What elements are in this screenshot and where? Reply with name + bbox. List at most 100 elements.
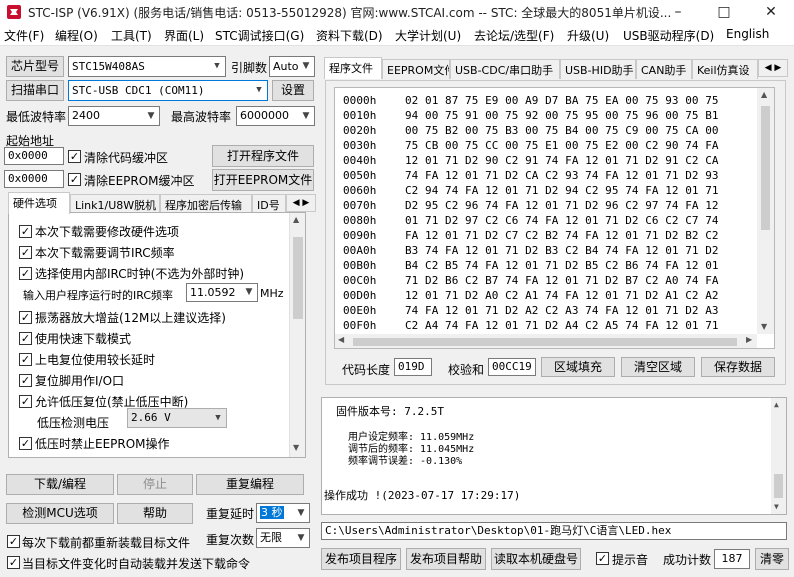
hex-file-path-field[interactable]: C:\Users\Administrator\Desktop\01-跑马灯\C语…: [321, 522, 787, 540]
hex-vertical-scrollbar[interactable]: ▲ ▼: [757, 88, 774, 334]
menu-interface[interactable]: 界面(L): [164, 27, 204, 44]
menu-debug-interface[interactable]: STC调试接口(G): [215, 27, 304, 44]
status-log[interactable]: 固件版本号: 7.2.5T 用户设定频率: 11.059MHz 调节后的频率: …: [321, 397, 787, 515]
scroll-up-icon[interactable]: ▲: [293, 215, 299, 224]
scroll-thumb[interactable]: [353, 338, 737, 346]
tab-usb-cdc-assistant[interactable]: USB-CDC/串口助手: [450, 59, 560, 79]
tab-keil-simulation[interactable]: Keil仿真设: [692, 59, 758, 79]
scroll-up-icon[interactable]: ▲: [761, 90, 767, 99]
option-adjust-irc[interactable]: ✓ 本次下载需要调节IRC频率: [19, 244, 175, 261]
option-checkbox[interactable]: ✓: [19, 353, 32, 366]
option-checkbox[interactable]: ✓: [19, 395, 32, 408]
clear-eeprom-checkbox[interactable]: ✓: [68, 173, 81, 186]
menu-upgrade[interactable]: 升级(U): [567, 27, 609, 44]
repeat-count-select[interactable]: 无限 ▼: [256, 528, 310, 548]
beep-checkbox[interactable]: ✓: [596, 552, 609, 565]
scroll-down-icon[interactable]: ▼: [293, 443, 299, 452]
auto-send-checkbox[interactable]: ✓: [7, 556, 20, 569]
tab-link1-offline[interactable]: Link1/U8W脱机: [70, 194, 160, 214]
menu-program[interactable]: 编程(O): [55, 27, 98, 44]
option-checkbox[interactable]: ✓: [19, 246, 32, 259]
tab-program-file[interactable]: 程序文件: [324, 57, 382, 79]
hex-address: 0030h: [343, 139, 377, 152]
clear-code-label: 清除代码缓冲区: [84, 151, 169, 165]
irc-frequency-select[interactable]: 11.0592 ▼: [186, 283, 258, 302]
irc-frequency-label: 输入用户程序运行时的IRC频率: [23, 289, 174, 302]
stop-button[interactable]: 停止: [117, 474, 193, 495]
option-long-reset-delay[interactable]: ✓ 上电复位使用较长延时: [19, 351, 155, 368]
menu-usb-driver[interactable]: USB驱动程序(D): [623, 27, 714, 44]
menu-downloads[interactable]: 资料下载(D): [316, 27, 383, 44]
scroll-right-icon[interactable]: ▶: [746, 335, 752, 344]
detect-mcu-button[interactable]: 检测MCU选项: [6, 503, 114, 524]
scan-port-button[interactable]: 扫描串口: [6, 80, 64, 101]
option-checkbox[interactable]: ✓: [19, 374, 32, 387]
scroll-down-icon[interactable]: ▼: [774, 502, 779, 511]
help-button[interactable]: 帮助: [117, 503, 193, 524]
menu-university[interactable]: 大学计划(U): [395, 27, 461, 44]
chip-model-select[interactable]: STC15W408AS ▼: [68, 56, 226, 77]
minimize-button[interactable]: –: [655, 0, 701, 24]
option-disable-eeprom-low-voltage[interactable]: ✓ 低压时禁止EEPROM操作: [19, 435, 170, 452]
tab-id-number[interactable]: ID号: [252, 194, 286, 214]
close-button[interactable]: ✕: [748, 0, 794, 24]
menu-forum[interactable]: 去论坛/选型(F): [474, 27, 554, 44]
tab-eeprom-file[interactable]: EEPROM文件: [382, 59, 450, 79]
scroll-thumb[interactable]: [761, 106, 770, 230]
menu-english[interactable]: English: [726, 27, 769, 41]
option-checkbox[interactable]: ✓: [19, 437, 32, 450]
clear-count-button[interactable]: 清零: [755, 548, 789, 570]
option-internal-irc[interactable]: ✓ 选择使用内部IRC时钟(不选为外部时钟): [19, 265, 244, 282]
download-program-button[interactable]: 下载/编程: [6, 474, 114, 495]
option-oscillator-gain[interactable]: ✓ 振荡器放大增益(12M以上建议选择): [19, 309, 226, 326]
clear-area-button[interactable]: 清空区域: [621, 357, 695, 377]
tab-hardware-options[interactable]: 硬件选项: [8, 192, 70, 214]
option-reset-pin-io[interactable]: ✓ 复位脚用作I/O口: [19, 372, 124, 389]
settings-button[interactable]: 设置: [272, 80, 314, 101]
option-fast-download[interactable]: ✓ 使用快速下载模式: [19, 330, 131, 347]
read-disk-id-button[interactable]: 读取本机硬盘号: [491, 548, 581, 570]
reload-before-download-checkbox[interactable]: ✓: [7, 535, 20, 548]
low-voltage-select[interactable]: 2.66 V ▼: [127, 408, 227, 428]
scroll-left-icon[interactable]: ◀: [338, 335, 344, 344]
publish-project-help-button[interactable]: 发布项目帮助: [406, 548, 486, 570]
hex-bytes: 94 00 75 91 00 75 92 00 75 95 00 75 96 0…: [405, 109, 719, 122]
scroll-thumb[interactable]: [293, 237, 303, 319]
menu-file[interactable]: 文件(F): [4, 27, 44, 44]
tab-can-assistant[interactable]: CAN助手: [636, 59, 692, 79]
port-select[interactable]: STC-USB CDC1 (COM11) ▼: [68, 80, 268, 101]
maximize-button[interactable]: □: [701, 0, 747, 24]
hex-bytes: 12 01 71 D2 90 C2 91 74 FA 12 01 71 D2 9…: [405, 154, 719, 167]
open-eeprom-file-button[interactable]: 打开EEPROM文件: [212, 169, 314, 191]
tab-usb-hid-assistant[interactable]: USB-HID助手: [560, 59, 636, 79]
option-checkbox[interactable]: ✓: [19, 311, 32, 324]
menu-tools[interactable]: 工具(T): [111, 27, 152, 44]
repeat-delay-select[interactable]: 3 秒 ▼: [256, 503, 310, 523]
scroll-down-icon[interactable]: ▼: [761, 322, 767, 331]
option-modify-hardware[interactable]: ✓ 本次下载需要修改硬件选项: [19, 223, 179, 240]
option-checkbox[interactable]: ✓: [19, 225, 32, 238]
hex-viewer[interactable]: 0000h 02 01 87 75 E9 00 A9 D7 BA 75 EA 00…: [334, 87, 775, 349]
repeat-program-button[interactable]: 重复编程: [196, 474, 304, 495]
option-checkbox[interactable]: ✓: [19, 332, 32, 345]
tab-encrypted-transfer[interactable]: 程序加密后传输: [160, 194, 252, 214]
clear-code-checkbox[interactable]: ✓: [68, 150, 81, 163]
scroll-thumb[interactable]: [774, 474, 783, 498]
save-data-button[interactable]: 保存数据: [701, 357, 775, 377]
hex-horizontal-scrollbar[interactable]: ◀ ▶: [335, 334, 757, 348]
tab-scroll-arrows[interactable]: ◀ ▶: [758, 59, 788, 77]
publish-project-program-button[interactable]: 发布项目程序: [321, 548, 401, 570]
scroll-up-icon[interactable]: ▲: [774, 400, 779, 409]
min-baud-select[interactable]: 2400 ▼: [68, 106, 160, 126]
chip-model-button[interactable]: 芯片型号: [6, 56, 64, 77]
eeprom-start-address-field[interactable]: 0x0000: [4, 170, 64, 188]
pins-select[interactable]: Auto ▼: [269, 56, 315, 77]
max-baud-select[interactable]: 6000000 ▼: [236, 106, 315, 126]
option-checkbox[interactable]: ✓: [19, 267, 32, 280]
options-scrollbar[interactable]: ▲ ▼: [289, 213, 305, 457]
code-start-address-field[interactable]: 0x0000: [4, 147, 64, 165]
open-program-file-button[interactable]: 打开程序文件: [212, 145, 314, 167]
tab-scroll-arrows[interactable]: ◀ ▶: [286, 194, 316, 212]
log-scrollbar[interactable]: ▲ ▼: [771, 398, 786, 514]
area-fill-button[interactable]: 区域填充: [541, 357, 615, 377]
